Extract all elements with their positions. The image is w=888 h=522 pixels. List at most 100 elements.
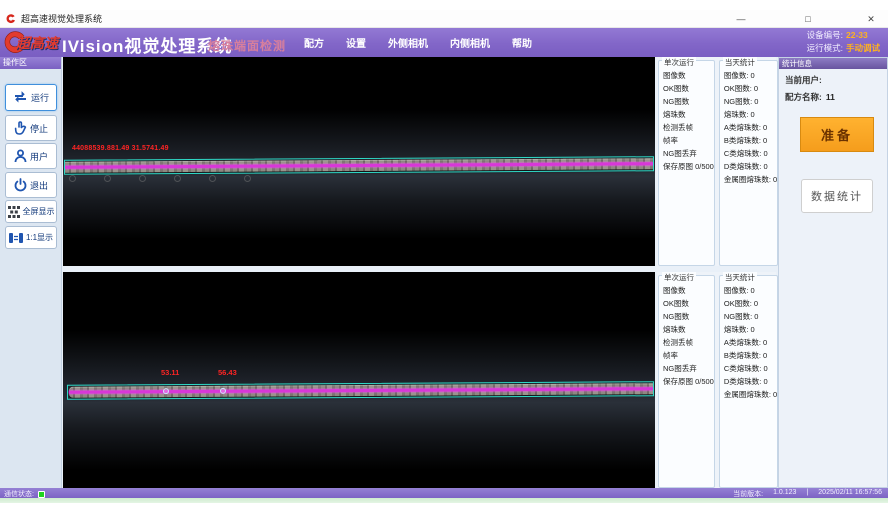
stat-row: NG图数 [663, 95, 714, 108]
stat-row: OK图数 [663, 297, 714, 310]
stat-row: OK图数 [663, 82, 714, 95]
menu-recipe[interactable]: 配方 [300, 33, 328, 52]
app-subtitle: 熔珠端面检测 [208, 37, 286, 54]
stat-row: 图像数 [663, 284, 714, 297]
close-button[interactable]: ✕ [856, 10, 886, 28]
menu-help[interactable]: 帮助 [508, 33, 536, 52]
run-cycle-icon [13, 91, 28, 104]
single-run-title: 单次运行 [662, 57, 696, 68]
window-title: 超高速视觉处理系统 [21, 12, 102, 25]
inner-camera-viewport[interactable]: 53.11 56.43 [63, 272, 655, 488]
stat-row: NG图丢弃 [663, 147, 714, 160]
hand-stop-icon [14, 121, 27, 135]
fullscreen-grid-icon [8, 206, 20, 218]
app-logo-icon [6, 14, 16, 24]
bead-measure-label: 56.43 [218, 368, 237, 377]
one-to-one-button[interactable]: 1:1显示 [5, 226, 57, 249]
stop-button-label: 停止 [30, 122, 48, 135]
outer-camera-viewport[interactable]: 44088539.881.49 31.5741.49 [63, 57, 655, 266]
current-user-label: 当前用户: [785, 75, 822, 85]
stat-row: 图像数: 0 [724, 69, 777, 82]
stats-section-outer: 单次运行 图像数 OK图数 NG图数 熔珠数 检测丢帧 帧率 NG图丢弃 保存原… [657, 57, 776, 266]
stat-row: A类熔珠数: 0 [724, 121, 777, 134]
run-button-label: 运行 [31, 91, 49, 104]
run-button[interactable]: 运行 [5, 84, 57, 111]
menu-outer-camera[interactable]: 外侧相机 [384, 33, 432, 52]
comm-status-indicator [38, 491, 45, 498]
power-icon [14, 178, 27, 192]
stat-row: B类熔珠数: 0 [724, 349, 777, 362]
main-area: 操作区 运行 停止 用户 退出 全屏显示 [0, 57, 888, 488]
exit-button[interactable]: 退出 [5, 172, 57, 198]
maximize-button[interactable]: □ [793, 10, 823, 28]
single-run-groupbox: 单次运行 图像数 OK图数 NG图数 熔珠数 检测丢帧 帧率 NG图丢弃 保存原… [658, 275, 715, 488]
stat-row: C类熔珠数: 0 [724, 147, 777, 160]
stat-row: D类熔珠数: 0 [724, 375, 777, 388]
stat-row: 图像数: 0 [724, 284, 777, 297]
stat-row: 保存原图 0/500 [663, 160, 714, 173]
stat-row: 金属圈熔珠数: 0 [724, 388, 777, 401]
app-header: 超高速 IVision视觉处理系统 熔珠端面检测 配方 设置 外侧相机 内侧相机… [0, 28, 888, 57]
stat-row: OK图数: 0 [724, 297, 777, 310]
device-info: 设备编号:22-33 运行模式:手动调试 [807, 29, 880, 55]
daily-stats-title: 当天统计 [723, 272, 757, 283]
run-mode-value: 手动调试 [846, 43, 880, 53]
stat-row: 检测丢帧 [663, 121, 714, 134]
window-controls: — □ ✕ [638, 10, 888, 28]
statistics-info-title: 统计信息 [779, 58, 887, 69]
stat-row: NG图数: 0 [724, 310, 777, 323]
device-number-value: 22-33 [846, 30, 868, 40]
stat-row: 帧率 [663, 349, 714, 362]
bead-marker-row [69, 175, 251, 182]
daily-stats-groupbox: 当天统计 图像数: 0 OK图数: 0 NG图数: 0 熔珠数: 0 A类熔珠数… [719, 60, 778, 266]
stat-row: A类熔珠数: 0 [724, 336, 777, 349]
menu-settings[interactable]: 设置 [342, 33, 370, 52]
stat-row: OK图数: 0 [724, 82, 777, 95]
stat-row: 熔珠数 [663, 323, 714, 336]
single-run-groupbox: 单次运行 图像数 OK图数 NG图数 熔珠数 检测丢帧 帧率 NG图丢弃 保存原… [658, 60, 715, 266]
statistics-info-panel: 统计信息 当前用户: 配方名称:11 准备 数据统计 [778, 57, 888, 488]
user-button-label: 用户 [30, 150, 48, 163]
stat-row: D类熔珠数: 0 [724, 160, 777, 173]
weld-strip [63, 376, 655, 406]
detection-bounding-box [67, 381, 654, 400]
run-mode-label: 运行模式: [807, 43, 843, 53]
window-titlebar: 超高速视觉处理系统 — □ ✕ [0, 10, 888, 28]
app-window: 超高速视觉处理系统 — □ ✕ 超高速 IVision视觉处理系统 熔珠端面检测… [0, 0, 888, 522]
fullscreen-button-label: 全屏显示 [23, 206, 55, 217]
stat-row: 金属圈熔珠数: 0 [724, 173, 777, 186]
device-number-label: 设备编号: [807, 30, 843, 40]
single-run-title: 单次运行 [662, 272, 696, 283]
app-title: IVision视觉处理系统 [62, 32, 232, 57]
stat-row: C类熔珠数: 0 [724, 362, 777, 375]
sidebar-title: 操作区 [0, 57, 61, 69]
exit-button-label: 退出 [30, 179, 48, 192]
daily-stats-title: 当天统计 [723, 57, 757, 68]
stats-section-inner: 单次运行 图像数 OK图数 NG图数 熔珠数 检测丢帧 帧率 NG图丢弃 保存原… [657, 272, 776, 488]
user-button[interactable]: 用户 [5, 143, 57, 169]
operation-sidebar: 操作区 运行 停止 用户 退出 全屏显示 [0, 57, 62, 488]
user-icon [14, 149, 27, 163]
stop-button[interactable]: 停止 [5, 115, 57, 141]
recipe-name-label: 配方名称: [785, 92, 822, 102]
stat-row: 熔珠数: 0 [724, 323, 777, 336]
data-statistics-button[interactable]: 数据统计 [801, 179, 873, 213]
stat-row: NG图数 [663, 310, 714, 323]
detection-bounding-box [64, 156, 654, 175]
one-to-one-button-label: 1:1显示 [26, 232, 53, 243]
menu-bar: 配方 设置 外侧相机 内侧相机 帮助 [300, 28, 536, 57]
bead-measure-label: 53.11 [161, 368, 179, 377]
menu-inner-camera[interactable]: 内侧相机 [446, 33, 494, 52]
stat-row: 保存原图 0/500 [663, 375, 714, 388]
status-bar: 通信状态: 当前版本: 1.0.123 | 2025/02/11 16:57:5… [0, 488, 888, 498]
stat-row: 帧率 [663, 134, 714, 147]
prepare-button[interactable]: 准备 [800, 117, 874, 152]
stat-row: 检测丢帧 [663, 336, 714, 349]
minimize-button[interactable]: — [726, 10, 756, 28]
stat-row: 图像数 [663, 69, 714, 82]
measurement-annotation: 44088539.881.49 31.5741.49 [72, 145, 169, 152]
fullscreen-button[interactable]: 全屏显示 [5, 200, 57, 223]
brand-logo-text: 超高速 [16, 33, 58, 53]
stat-row: NG图数: 0 [724, 95, 777, 108]
stat-row: NG图丢弃 [663, 362, 714, 375]
